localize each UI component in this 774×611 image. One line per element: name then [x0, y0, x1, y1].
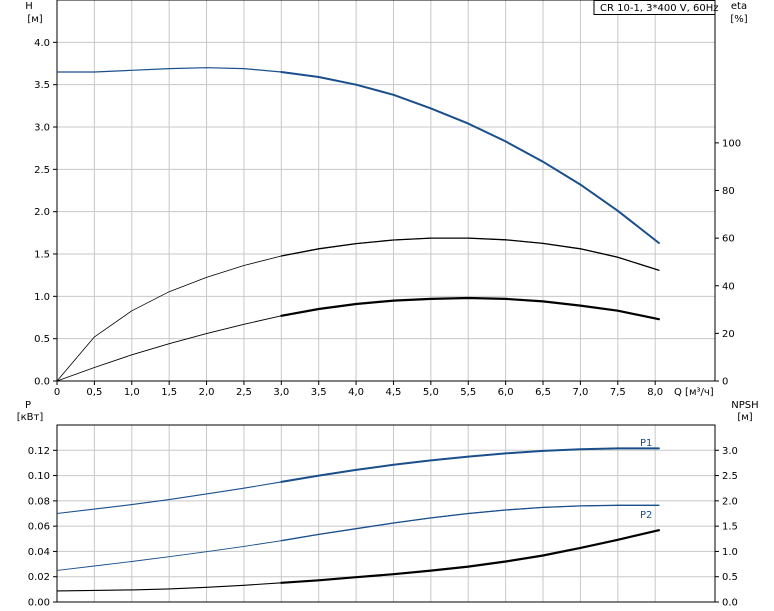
npsh-tick-label: 1.5 [722, 522, 738, 533]
x-tick-label: 1,5 [161, 387, 177, 398]
x-tick-label: 8,0 [647, 387, 663, 398]
x-tick-label: 7,5 [610, 387, 626, 398]
head-tick-label: 2.5 [34, 165, 50, 176]
head-tick-label: 1.0 [34, 292, 50, 303]
eta-tick-label: 60 [722, 234, 735, 245]
head-tick-label: 2.0 [34, 207, 50, 218]
head-tick-label: 4.0 [34, 38, 50, 49]
x-tick-label: 3,5 [311, 387, 327, 398]
x-tick-label: 4,5 [386, 387, 402, 398]
head-tick-label: 3.5 [34, 80, 50, 91]
flow-axis-label: Q [м³/ч] [674, 387, 714, 398]
x-tick-label: 5,5 [460, 387, 476, 398]
power-tick-label: 0.02 [28, 572, 50, 583]
chart-axes: 0 0,5 1,0 1,5 2,0 2,5 3,0 3,5 4,0 4,5 5,0 5,5 6,0 6,5… [28, 0, 741, 609]
series-layer [56, 67, 660, 592]
npsh-tick-label: 0.5 [722, 572, 738, 583]
power-tick-label: 0.00 [28, 598, 50, 609]
eta-tick-label: 20 [722, 329, 735, 340]
x-tick-label: 5,0 [423, 387, 439, 398]
head-tick-label: 3.0 [34, 123, 50, 134]
eta-axis-unit: [%] [730, 14, 747, 25]
eta-tick-label: 0 [722, 377, 728, 388]
npsh-tick-label: 2.5 [722, 471, 738, 482]
npsh-tick-label: 0.0 [722, 598, 738, 609]
npsh-axis-label: NPSH [731, 400, 758, 411]
x-tick-label: 0,5 [86, 387, 102, 398]
x-tick-label: 4,0 [348, 387, 364, 398]
x-tick-label: 2,5 [236, 387, 252, 398]
npsh-axis-unit: [м] [737, 412, 752, 423]
head-tick-label: 0.0 [34, 377, 50, 388]
pump-curve-chart: 0 0,5 1,0 1,5 2,0 2,5 3,0 3,5 4,0 4,5 5,0 5,5 6,0 6,5… [17, 0, 759, 609]
npsh-tick-label: 3.0 [722, 446, 738, 457]
eta-tick-label: 100 [722, 138, 741, 149]
npsh-tick-label: 2.0 [722, 496, 738, 507]
p1-curve-duty [280, 447, 660, 483]
power-axis-unit: [кВт] [17, 412, 44, 423]
chart-title: CR 10-1, 3*400 V, 60Hz [600, 3, 718, 14]
secondary-efficiency-curve-duty [280, 296, 660, 321]
x-tick-label: 2,0 [199, 387, 215, 398]
head-axis-label: H [25, 1, 33, 12]
p2-series-label: P2 [640, 510, 652, 521]
p1-curve [56, 447, 659, 515]
head-axis-unit: [м] [27, 14, 42, 25]
head-tick-label: 1.5 [34, 250, 50, 261]
head-curve [57, 67, 660, 244]
x-tick-label: 7,0 [572, 387, 588, 398]
eta-axis-label: eta [731, 1, 747, 12]
power-axis-label: P [25, 400, 31, 411]
power-tick-label: 0.08 [28, 496, 50, 507]
x-tick-label: 3,0 [273, 387, 289, 398]
secondary-efficiency-curve [56, 297, 659, 382]
x-tick-label: 0 [54, 387, 60, 398]
p2-curve-duty [280, 504, 660, 542]
top-chart-grid [56, 0, 715, 382]
power-tick-label: 0.04 [28, 547, 50, 558]
x-tick-label: 6,5 [535, 387, 551, 398]
efficiency-curve [56, 237, 660, 382]
power-tick-label: 0.10 [28, 471, 50, 482]
power-tick-label: 0.12 [28, 446, 50, 457]
p2-curve [56, 504, 659, 571]
x-tick-label: 6,0 [498, 387, 514, 398]
npsh-curve [56, 529, 660, 592]
eta-tick-label: 40 [722, 281, 735, 292]
eta-tick-label: 80 [722, 186, 735, 197]
head-tick-label: 0.5 [34, 334, 50, 345]
top-plot-frame [56, 0, 716, 382]
p1-series-label: P1 [640, 438, 652, 449]
npsh-curve-duty [280, 529, 660, 584]
head-curve-duty [280, 71, 660, 244]
npsh-tick-label: 1.0 [722, 547, 738, 558]
x-tick-label: 1,0 [124, 387, 140, 398]
power-tick-label: 0.06 [28, 522, 50, 533]
